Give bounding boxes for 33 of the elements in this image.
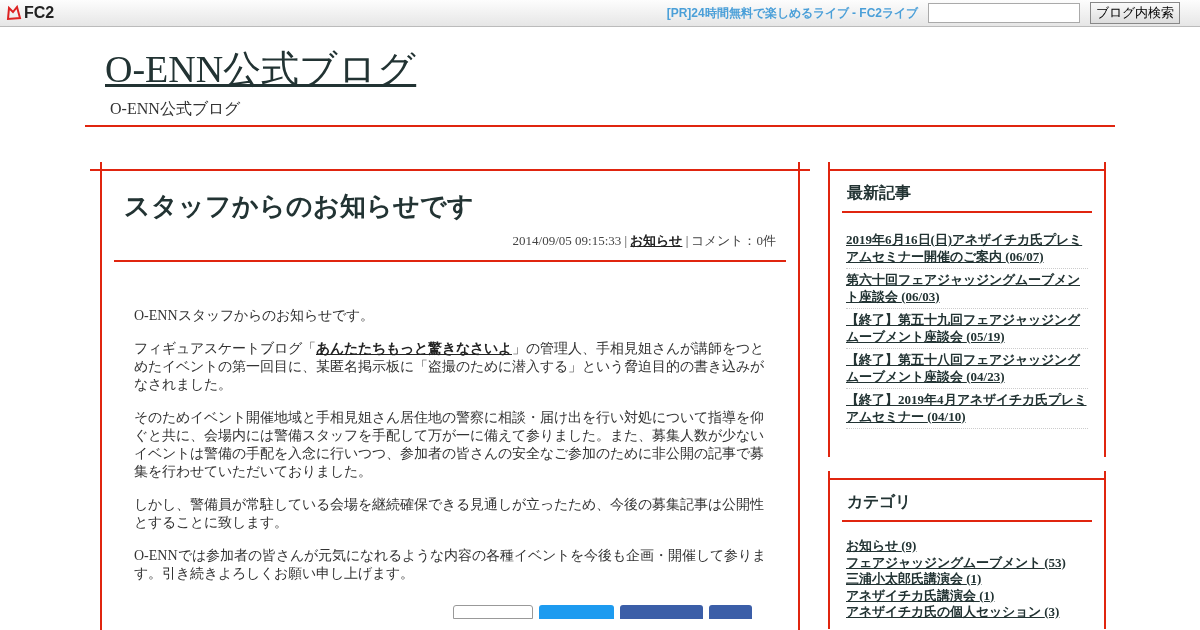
sidebar-link[interactable]: フェアジャッジングムーブメント (53): [846, 554, 1088, 571]
sidebar-link[interactable]: お知らせ (9): [846, 538, 1088, 555]
sidebar-link[interactable]: 【終了】2019年4月アネザイチカ氏プレミアムセミナー (04/10): [846, 389, 1088, 429]
fc2-logo[interactable]: FC2: [6, 4, 55, 22]
sidebar-link[interactable]: 【終了】第五十八回フェアジャッジングムーブメント座談会 (04/23): [846, 349, 1088, 389]
search-field[interactable]: [928, 3, 1080, 23]
entry-title: スタッフからのお知らせです: [123, 190, 475, 223]
sidebar-link[interactable]: 三浦小太郎氏講演会 (1): [846, 571, 1088, 588]
cat-icon: [6, 5, 22, 21]
twitter-share-button[interactable]: [539, 605, 614, 619]
blog-subtitle: O-ENN公式ブログ: [110, 99, 241, 119]
body-paragraph: O-ENNスタッフからのお知らせです。: [134, 307, 375, 325]
sidebar-heading: カテゴリ: [842, 480, 1092, 522]
blog-title[interactable]: O-ENN公式ブログ: [105, 47, 417, 91]
body-paragraph: フィギュアスケートブログ「あんたたちもっと驚きなさいよ」の管理人、手相見姐さんが講師をつとめたイベントの第一回目に、某匿名掲示板に「盗撮のために潜入する」という脅迫目的の書き込みがなされました。: [134, 340, 765, 394]
body-paragraph: そのためイベント開催地域と手相見姐さん居住地の警察に相談・届け出を行い対処について指導を仰ぐと共に、会場内には警備スタッフを手配して万が一に備えて参りました。また、募集人数が少ないイベントは警備の手配を入念に行いつつ、参加者の皆さんの安全なご参加のために非公開の記事で募集を行わせていただいておりました。: [134, 409, 765, 481]
hatena-share-button[interactable]: [453, 605, 533, 619]
entry-date: 2014/09/05 09:15:33 |: [512, 233, 629, 248]
comment-count: | コメント：0件: [684, 233, 776, 248]
sidebar-link[interactable]: アネザイチカ氏の個人セッション (3): [846, 604, 1088, 621]
sidebar-link[interactable]: 第六十回フェアジャッジングムーブメント座談会 (06/03): [846, 269, 1088, 309]
facebook-share-button[interactable]: [620, 605, 703, 619]
share-share-button[interactable]: [709, 605, 752, 619]
blog-link[interactable]: あんたたちもっと驚きなさいよ: [316, 341, 512, 356]
body-paragraph: O-ENNでは参加者の皆さんが元気になれるような内容の各種イベントを今後も企画・開催して参ります。引き続きよろしくお願い申し上げます。: [134, 547, 766, 583]
category-link[interactable]: お知らせ: [630, 233, 683, 248]
sidebar-link[interactable]: 【終了】第五十九回フェアジャッジングムーブメント座談会 (05/19): [846, 309, 1088, 349]
sidebar-link[interactable]: アネザイチカ氏講演会 (1): [846, 587, 1088, 604]
body-paragraph: しかし、警備員が常駐している会場を継続確保できる見通しが立ったため、今後の募集記事は公開性とすることに致します。: [134, 496, 765, 532]
sidebar-heading: 最新記事: [842, 171, 1092, 213]
search-button[interactable]: ブログ内検索: [1090, 2, 1180, 24]
logo-text: FC2: [24, 4, 55, 22]
sidebar-link[interactable]: 2019年6月16日(日)アネザイチカ氏プレミアムセミナー開催のご案内 (06/07): [846, 229, 1088, 269]
